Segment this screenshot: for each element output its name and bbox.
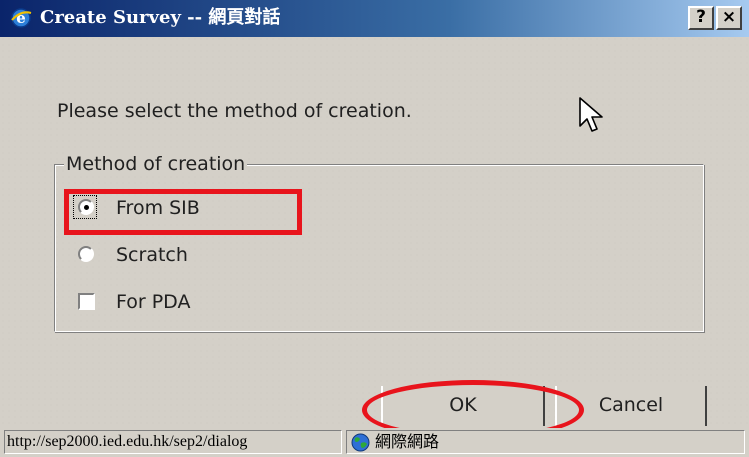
scratch-label[interactable]: Scratch (116, 243, 188, 267)
for-pda-label[interactable]: For PDA (116, 290, 190, 314)
close-button[interactable]: × (716, 6, 742, 30)
scratch-radio[interactable] (78, 246, 94, 262)
cursor-arrow-icon (579, 97, 603, 132)
help-button[interactable]: ? (688, 6, 714, 30)
instruction-text: Please select the method of creation. (57, 100, 412, 122)
security-zone-label: 網際網路 (375, 432, 440, 451)
status-url: http://sep2000.ied.edu.hk/sep2/dialog (4, 430, 342, 454)
groupbox-label: Method of creation (64, 152, 248, 176)
status-zone: 網際網路 (346, 430, 745, 454)
create-survey-dialog: e Create Survey -- 網頁對話 ? × Please selec… (0, 0, 749, 457)
title-bar: e Create Survey -- 網頁對話 ? × (0, 0, 749, 37)
window-title: Create Survey -- 網頁對話 (40, 7, 281, 28)
ie-icon: e (11, 8, 32, 28)
status-bar: http://sep2000.ied.edu.hk/sep2/dialog 網際… (0, 428, 749, 457)
globe-icon (351, 433, 370, 452)
for-pda-checkbox[interactable] (78, 293, 95, 310)
annotation-highlight-rectangle (64, 189, 302, 235)
